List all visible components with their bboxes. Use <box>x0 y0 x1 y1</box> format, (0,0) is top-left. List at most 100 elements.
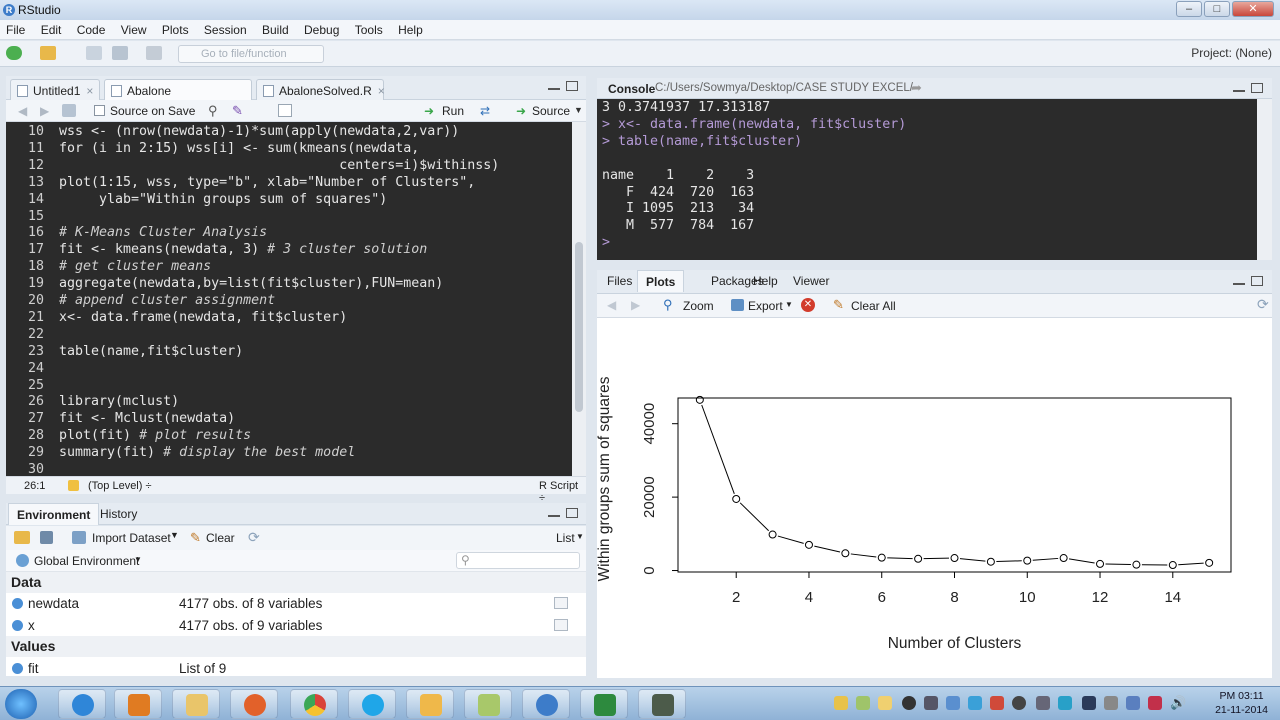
code-line[interactable]: 12 centers=i)$withinss) <box>6 157 499 174</box>
tray-icon[interactable] <box>968 696 982 710</box>
load-workspace-icon[interactable] <box>14 531 30 544</box>
tab-help[interactable]: Help <box>745 270 786 292</box>
taskbar-media-player[interactable] <box>114 689 162 719</box>
maximize-pane-icon[interactable] <box>566 508 578 518</box>
taskbar-outlook[interactable] <box>406 689 454 719</box>
chevron-down-icon[interactable]: ▼ <box>574 105 583 115</box>
go-to-directory-icon[interactable]: ➦ <box>911 80 922 96</box>
volume-icon[interactable]: 🔊 <box>1170 695 1186 711</box>
tray-icon[interactable] <box>990 696 1004 710</box>
minimize-button[interactable]: – <box>1176 1 1202 17</box>
refresh-icon[interactable]: ⟳ <box>248 529 260 546</box>
maximize-button[interactable]: □ <box>1204 1 1230 17</box>
tab-history[interactable]: History <box>92 503 145 525</box>
expand-icon[interactable] <box>12 620 23 631</box>
export-button[interactable]: Export <box>748 299 783 313</box>
clear-all-button[interactable]: Clear All <box>851 299 896 313</box>
compile-report-icon[interactable] <box>278 104 292 117</box>
menu-help[interactable]: Help <box>392 20 429 37</box>
print-icon[interactable] <box>146 46 162 60</box>
tray-icon[interactable] <box>1148 696 1162 710</box>
source-button[interactable]: Source <box>532 104 570 118</box>
tray-icon[interactable] <box>902 696 916 710</box>
console-scrollbar[interactable] <box>1257 99 1272 260</box>
scroll-thumb[interactable] <box>575 242 583 412</box>
menu-session[interactable]: Session <box>198 20 253 37</box>
environment-search-input[interactable]: ⚲ <box>456 552 580 569</box>
tray-icon[interactable] <box>946 696 960 710</box>
code-line[interactable]: 13 plot(1:15, wss, type="b", xlab="Number… <box>6 174 475 191</box>
goto-file-input[interactable]: Go to file/function <box>178 45 324 63</box>
clear-button[interactable]: Clear <box>206 531 235 545</box>
code-line[interactable]: 15 <box>6 208 59 225</box>
console-output[interactable]: 3 0.3741937 17.313187 > x<- data.frame(ne… <box>597 99 1257 260</box>
code-line[interactable]: 23 table(name,fit$cluster) <box>6 343 243 360</box>
tab-abalone-solved[interactable]: AbaloneSolved.R × <box>256 79 385 100</box>
code-line[interactable]: 10 wss <- (nrow(newdata)-1)*sum(apply(new… <box>6 123 459 140</box>
code-line[interactable]: 21 x<- data.frame(newdata, fit$cluster) <box>6 309 347 326</box>
close-tab-icon[interactable]: × <box>86 84 93 98</box>
tray-icon[interactable] <box>1058 696 1072 710</box>
minimize-pane-icon[interactable] <box>548 515 560 517</box>
code-line[interactable]: 30 <box>6 461 59 476</box>
maximize-pane-icon[interactable] <box>566 81 578 91</box>
tray-icon[interactable] <box>878 696 892 710</box>
expand-icon[interactable] <box>12 598 23 609</box>
save-icon[interactable] <box>86 46 102 60</box>
code-line[interactable]: 24 <box>6 360 59 377</box>
scope-selector[interactable]: (Top Level) ÷ <box>88 480 152 492</box>
save-workspace-icon[interactable] <box>40 531 53 544</box>
tab-files[interactable]: Files <box>599 270 640 292</box>
code-line[interactable]: 11 for (i in 2:15) wss[i] <- sum(kmeans(n… <box>6 140 419 157</box>
maximize-pane-icon[interactable] <box>1251 276 1263 286</box>
previous-plot-icon[interactable]: ◀ <box>607 298 616 312</box>
run-button[interactable]: Run <box>442 104 464 118</box>
zoom-button[interactable]: Zoom <box>683 299 714 313</box>
env-row-fit[interactable]: fit List of 9 <box>6 658 586 676</box>
taskbar-chrome[interactable] <box>290 689 338 719</box>
code-line[interactable]: 19 aggregate(newdata,by=list(fit$cluster)… <box>6 275 443 292</box>
menu-tools[interactable]: Tools <box>349 20 389 37</box>
code-line[interactable]: 28 plot(fit) # plot results <box>6 427 251 444</box>
tab-plots[interactable]: Plots <box>637 270 685 292</box>
menu-build[interactable]: Build <box>256 20 295 37</box>
new-file-icon[interactable] <box>6 46 22 60</box>
code-line[interactable]: 29 summary(fit) # display the best model <box>6 444 355 461</box>
code-line[interactable]: 26 library(mclust) <box>6 393 179 410</box>
tab-abalone-clustering[interactable]: Abalone clustering.R× <box>104 79 252 112</box>
menu-file[interactable]: File <box>0 20 31 37</box>
view-grid-icon[interactable] <box>554 597 568 609</box>
tray-icon[interactable] <box>856 696 870 710</box>
code-line[interactable]: 25 <box>6 377 59 394</box>
search-icon[interactable]: ⚲ <box>208 103 218 119</box>
clock[interactable]: PM 03:11 21-11-2014 <box>1215 689 1268 717</box>
view-mode-list[interactable]: List <box>556 531 575 545</box>
code-line[interactable]: 17 fit <- kmeans(newdata, 3) # 3 cluster … <box>6 241 427 258</box>
tray-icon[interactable] <box>924 696 938 710</box>
code-line[interactable]: 14 ylab="Within groups sum of squares") <box>6 191 387 208</box>
save-all-icon[interactable] <box>112 46 128 60</box>
remove-plot-icon[interactable]: ✕ <box>801 298 815 312</box>
code-line[interactable]: 22 <box>6 326 59 343</box>
taskbar-explorer[interactable] <box>172 689 220 719</box>
open-folder-icon[interactable] <box>40 46 56 60</box>
maximize-pane-icon[interactable] <box>1251 83 1263 93</box>
tray-icon[interactable] <box>1082 696 1096 710</box>
back-arrow-icon[interactable]: ◀ <box>18 104 27 118</box>
code-line[interactable]: 16 # K-Means Cluster Analysis <box>6 224 267 241</box>
minimize-pane-icon[interactable] <box>1233 90 1245 92</box>
show-in-window-icon[interactable] <box>62 104 76 117</box>
code-line[interactable]: 20 # append cluster assignment <box>6 292 275 309</box>
tray-icon[interactable] <box>1036 696 1050 710</box>
next-plot-icon[interactable]: ▶ <box>631 298 640 312</box>
taskbar-ie[interactable] <box>58 689 106 719</box>
taskbar-rstudio[interactable] <box>522 689 570 719</box>
close-button[interactable]: ✕ <box>1232 1 1274 17</box>
code-tools-icon[interactable]: ✎ <box>232 103 243 119</box>
menu-code[interactable]: Code <box>71 20 112 37</box>
refresh-icon[interactable]: ⟳ <box>1257 296 1269 313</box>
tab-viewer[interactable]: Viewer <box>785 270 837 292</box>
menu-debug[interactable]: Debug <box>298 20 345 37</box>
environment-scope-selector[interactable]: Global Environment <box>34 554 139 568</box>
minimize-pane-icon[interactable] <box>548 88 560 90</box>
